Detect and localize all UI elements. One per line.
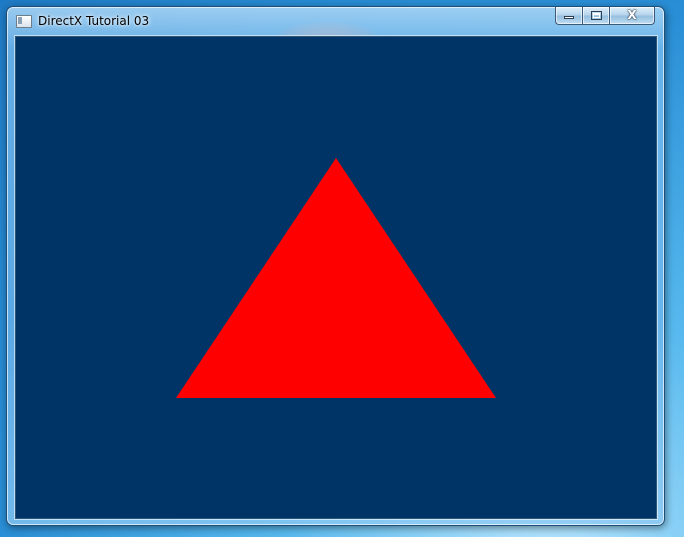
maximize-icon (591, 11, 602, 20)
maximize-button[interactable] (582, 7, 609, 25)
render-viewport[interactable] (15, 36, 657, 519)
title-bar[interactable]: DirectX Tutorial 03 X (7, 7, 664, 35)
close-icon: X (627, 8, 637, 22)
minimize-icon (564, 16, 574, 19)
desktop-background: DirectX Tutorial 03 X (0, 0, 684, 537)
window-title: DirectX Tutorial 03 (38, 14, 150, 28)
app-window[interactable]: DirectX Tutorial 03 X (6, 6, 665, 526)
caption-buttons: X (555, 7, 660, 26)
close-button[interactable]: X (609, 7, 655, 25)
app-window-icon[interactable] (16, 15, 32, 28)
render-canvas (16, 37, 656, 518)
minimize-button[interactable] (555, 7, 582, 25)
